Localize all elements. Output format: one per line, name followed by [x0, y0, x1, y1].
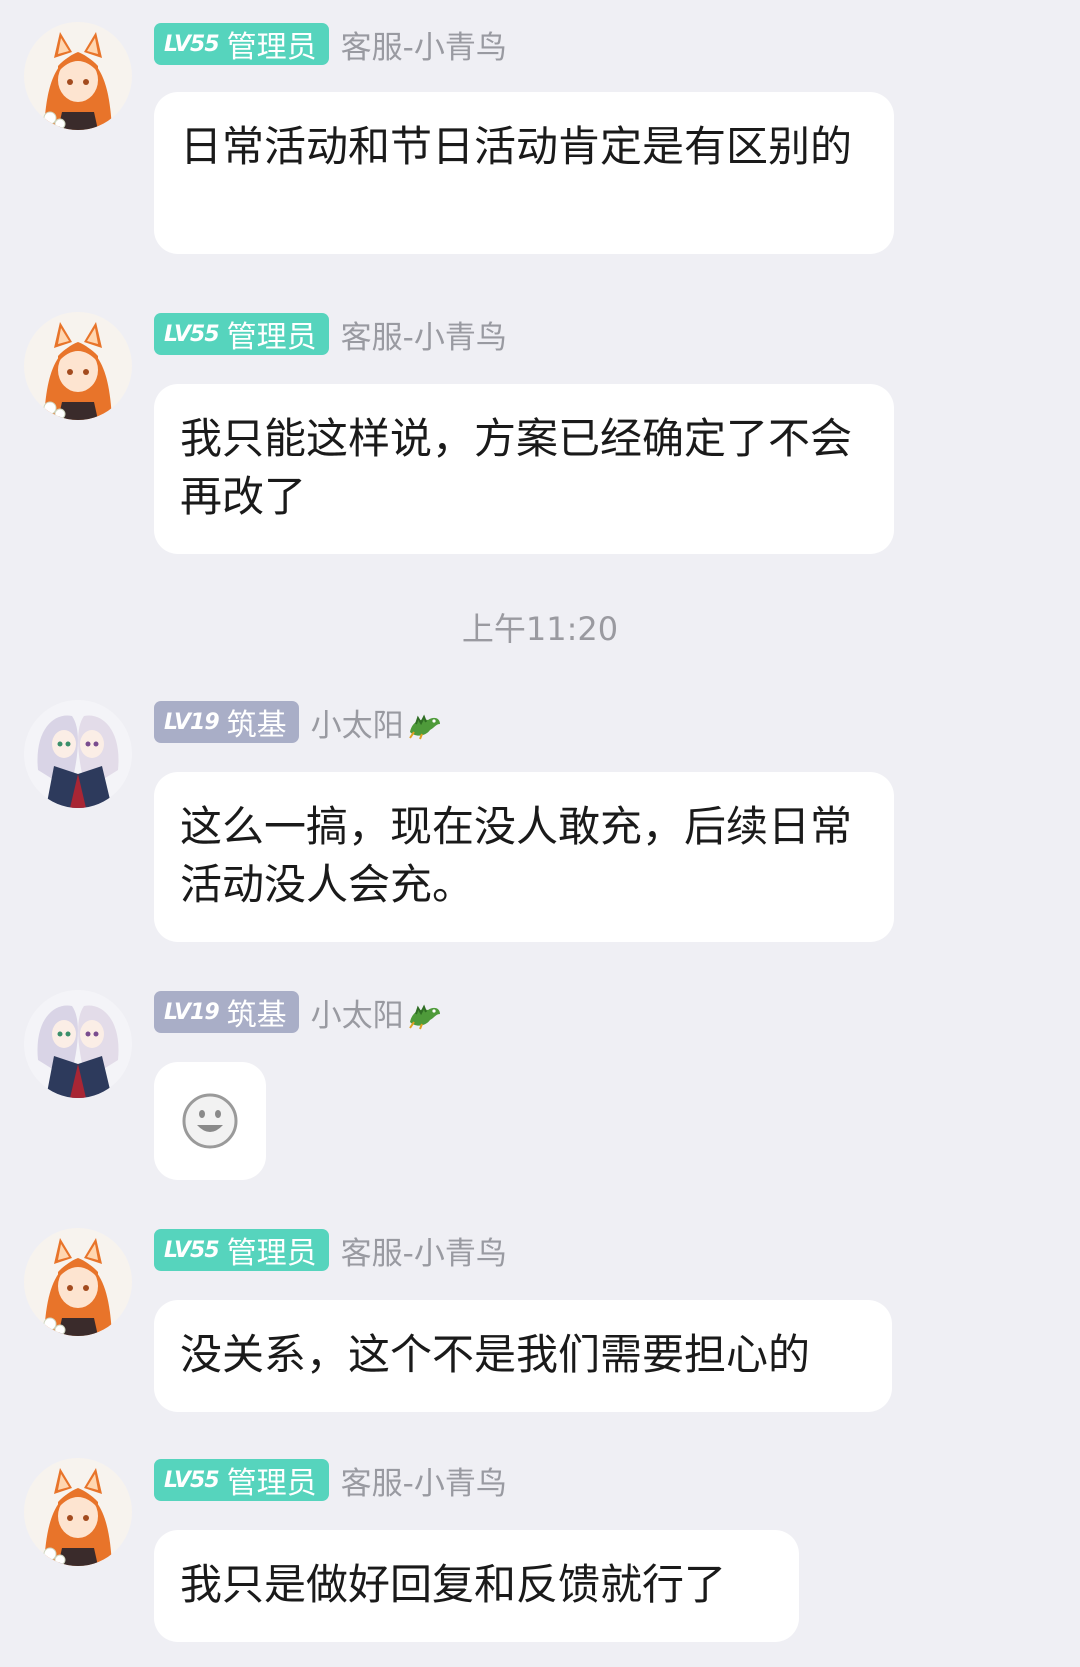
avatar[interactable] — [24, 1228, 132, 1336]
message-text: 我只能这样说，方案已经确定了不会再改了 — [180, 414, 853, 521]
level-badge: LV55 管理员 — [154, 313, 329, 355]
dragon-icon — [408, 1004, 440, 1029]
message-text: 没关系，这个不是我们需要担心的 — [180, 1330, 811, 1379]
message-bubble[interactable]: 这么一搞，现在没人敢充，后续日常活动没人会充。 — [154, 772, 894, 942]
level-text: LV55 — [164, 31, 220, 57]
level-title: 筑基 — [226, 998, 287, 1033]
sender-info: LV55 管理员 客服-小青鸟 — [154, 22, 507, 66]
level-badge: LV55 管理员 — [154, 23, 329, 65]
avatar-fox-girl-icon — [24, 1458, 132, 1566]
level-title: 管理员 — [226, 1236, 317, 1271]
level-text: LV55 — [164, 1237, 220, 1263]
level-badge: LV55 管理员 — [154, 1229, 329, 1271]
sender-name[interactable]: 客服-小青鸟 — [341, 22, 507, 67]
sender-name[interactable]: 小太阳 — [311, 700, 442, 745]
avatar-fox-girl-icon — [24, 1228, 132, 1336]
avatar-fox-girl-icon — [24, 22, 132, 130]
level-badge: LV55 管理员 — [154, 1459, 329, 1501]
avatar[interactable] — [24, 990, 132, 1098]
level-text: LV19 — [164, 999, 220, 1025]
level-title: 管理员 — [226, 30, 317, 65]
level-text: LV55 — [164, 321, 220, 347]
level-title: 管理员 — [226, 320, 317, 355]
avatar[interactable] — [24, 1458, 132, 1566]
level-text: LV55 — [164, 1467, 220, 1493]
sender-name[interactable]: 小太阳 — [311, 990, 442, 1035]
sender-info: LV19 筑基 小太阳 — [154, 700, 442, 744]
sender-name[interactable]: 客服-小青鸟 — [341, 1228, 507, 1273]
message-text: 日常活动和节日活动肯定是有区别的 — [180, 122, 853, 171]
timestamp: 上午11:20 — [461, 610, 619, 648]
message-text: 这么一搞，现在没人敢充，后续日常活动没人会充。 — [180, 802, 853, 909]
avatar-anime-duo-icon — [24, 990, 132, 1098]
level-badge: LV19 筑基 — [154, 991, 299, 1033]
sender-info: LV55 管理员 客服-小青鸟 — [154, 312, 507, 356]
message-bubble[interactable]: 没关系，这个不是我们需要担心的 — [154, 1300, 892, 1412]
sender-info: LV19 筑基 小太阳 — [154, 990, 442, 1034]
sender-info: LV55 管理员 客服-小青鸟 — [154, 1228, 507, 1272]
sender-name[interactable]: 客服-小青鸟 — [341, 312, 507, 357]
avatar[interactable] — [24, 22, 132, 130]
avatar[interactable] — [24, 700, 132, 808]
level-badge: LV19 筑基 — [154, 701, 299, 743]
dragon-icon — [408, 714, 440, 739]
message-bubble[interactable]: 我只是做好回复和反馈就行了 — [154, 1530, 799, 1642]
message-bubble[interactable]: 我只能这样说，方案已经确定了不会再改了 — [154, 384, 894, 554]
avatar-fox-girl-icon — [24, 312, 132, 420]
avatar-anime-duo-icon — [24, 700, 132, 808]
smile-emoji-icon — [182, 1093, 238, 1149]
sender-name-text: 小太阳 — [310, 707, 404, 744]
level-text: LV19 — [164, 709, 220, 735]
message-text: 我只是做好回复和反馈就行了 — [180, 1560, 727, 1609]
level-title: 管理员 — [226, 1466, 317, 1501]
avatar[interactable] — [24, 312, 132, 420]
sender-name[interactable]: 客服-小青鸟 — [341, 1458, 507, 1503]
message-bubble[interactable] — [154, 1062, 266, 1180]
sender-info: LV55 管理员 客服-小青鸟 — [154, 1458, 507, 1502]
level-title: 筑基 — [226, 708, 287, 743]
sender-name-text: 小太阳 — [310, 997, 404, 1034]
message-bubble[interactable]: 日常活动和节日活动肯定是有区别的 — [154, 92, 894, 254]
